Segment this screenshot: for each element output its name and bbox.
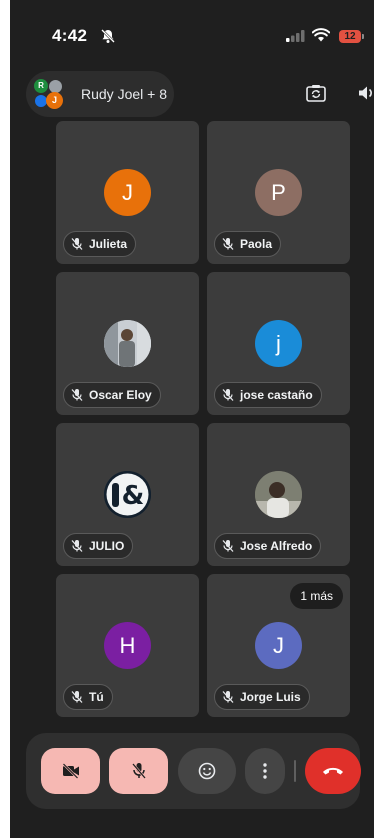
avatar: j	[255, 320, 302, 367]
mini-avatar	[49, 80, 62, 93]
name-label: Julieta	[63, 231, 137, 257]
mic-off-icon	[131, 763, 146, 779]
avatar	[104, 320, 151, 367]
photo-avatar	[104, 320, 151, 367]
more-vertical-icon	[263, 763, 267, 779]
name-label: Oscar Eloy	[63, 382, 161, 408]
participant-tile[interactable]: j jose castaño	[207, 272, 350, 415]
bell-off-icon	[101, 29, 115, 43]
participant-name: Jorge Luis	[240, 690, 301, 704]
status-time: 4:42	[52, 26, 88, 45]
participant-tile[interactable]: & JULIO	[56, 423, 199, 566]
status-bar: 4:42 12	[10, 0, 374, 60]
avatar	[255, 471, 302, 518]
wifi-icon	[312, 28, 330, 42]
participant-tile[interactable]: Oscar Eloy	[56, 272, 199, 415]
call-title: Rudy Joel + 8	[81, 86, 167, 102]
call-controls-bar	[26, 733, 361, 809]
mic-off-icon	[222, 389, 234, 401]
mic-off-icon	[222, 691, 234, 703]
participant-tile[interactable]: J Julieta	[56, 121, 199, 264]
more-participants-badge[interactable]: 1 más	[290, 583, 343, 609]
battery-indicator: 12	[339, 30, 364, 43]
participant-name: JULIO	[89, 539, 125, 553]
microphone-toggle-button[interactable]	[109, 748, 168, 794]
name-label: Jose Alfredo	[214, 533, 322, 559]
logo-avatar: &	[104, 471, 151, 518]
name-label: jose castaño	[214, 382, 322, 408]
meet-call-screen: 4:42 12 R J Rudy Joel + 8 J Julieta P Pa…	[10, 0, 374, 838]
avatar: P	[255, 169, 302, 216]
avatar: H	[104, 622, 151, 669]
camera-off-icon	[62, 763, 79, 779]
name-label: Jorge Luis	[214, 684, 310, 710]
mic-off-icon	[222, 540, 234, 552]
participant-avatars: R J	[34, 79, 64, 109]
mini-avatar: R	[34, 79, 48, 93]
more-options-button[interactable]	[245, 748, 285, 794]
avatar: J	[104, 169, 151, 216]
controls-divider	[294, 760, 296, 782]
avatar: J	[255, 622, 302, 669]
emoji-icon	[198, 762, 216, 780]
participant-tile[interactable]: P Paola	[207, 121, 350, 264]
participant-name: jose castaño	[240, 388, 313, 402]
participant-tile[interactable]: 1 más J Jorge Luis	[207, 574, 350, 717]
end-call-button[interactable]	[305, 748, 361, 794]
flip-camera-icon[interactable]	[306, 84, 326, 102]
mic-off-icon	[71, 691, 83, 703]
photo-avatar	[255, 471, 302, 518]
participant-name: Julieta	[89, 237, 128, 251]
participant-name: Oscar Eloy	[89, 388, 152, 402]
mic-off-icon	[222, 238, 234, 250]
mic-off-icon	[71, 389, 83, 401]
name-label: Tú	[63, 684, 113, 710]
name-label: JULIO	[63, 533, 134, 559]
participants-chip[interactable]: R J Rudy Joel + 8	[26, 71, 174, 117]
signal-icon	[286, 30, 305, 42]
mic-off-icon	[71, 238, 83, 250]
mic-off-icon	[71, 540, 83, 552]
end-call-icon	[323, 767, 343, 775]
participant-name: Tú	[89, 690, 104, 704]
speaker-icon[interactable]	[358, 84, 374, 102]
name-label: Paola	[214, 231, 282, 257]
reactions-button[interactable]	[178, 748, 236, 794]
svg-text:&: &	[122, 481, 145, 511]
participant-name: Paola	[240, 237, 273, 251]
camera-toggle-button[interactable]	[41, 748, 100, 794]
participant-tile[interactable]: H Tú	[56, 574, 199, 717]
mini-avatar: J	[46, 92, 63, 109]
avatar: &	[104, 471, 151, 518]
participant-tile[interactable]: Jose Alfredo	[207, 423, 350, 566]
participant-name: Jose Alfredo	[240, 539, 313, 553]
